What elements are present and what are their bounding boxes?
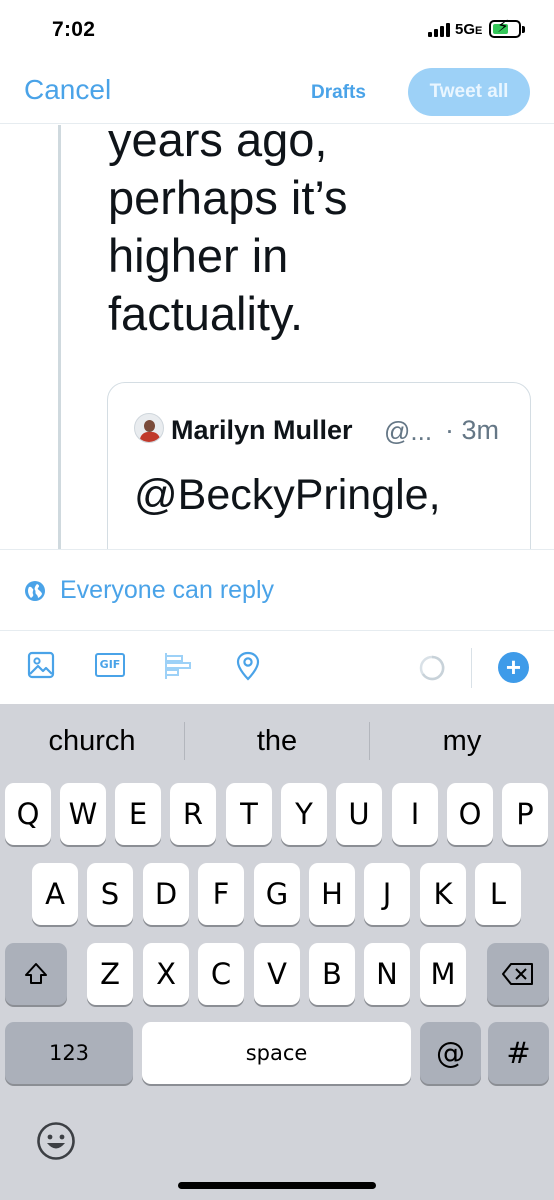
- key-z[interactable]: Z: [87, 943, 133, 1005]
- suggestion-item[interactable]: the: [185, 725, 369, 758]
- location-icon[interactable]: [235, 651, 261, 681]
- tweet-text-line: higher in: [108, 229, 289, 282]
- thread-line: [58, 125, 61, 549]
- network-indicator: 5GE: [455, 21, 482, 38]
- key-q[interactable]: Q: [5, 783, 51, 845]
- tweet-text-line: perhaps it’s: [108, 171, 348, 224]
- signal-icon: [428, 23, 450, 37]
- key-u[interactable]: U: [336, 783, 382, 845]
- key-n[interactable]: N: [364, 943, 410, 1005]
- battery-cap: [522, 26, 525, 33]
- key-h[interactable]: H: [309, 863, 355, 925]
- reply-settings-label: Everyone can reply: [60, 576, 275, 604]
- compose-thread: years ago, perhaps it’s higher in factua…: [0, 125, 554, 549]
- key-x[interactable]: X: [143, 943, 189, 1005]
- tweet-text-line: years ago,: [108, 125, 328, 166]
- key-k[interactable]: K: [420, 863, 466, 925]
- quoted-author-handle: @...: [384, 416, 433, 446]
- tweet-all-button[interactable]: Tweet all: [408, 68, 530, 116]
- key-y[interactable]: Y: [281, 783, 327, 845]
- quoted-tweet-time: · 3m: [445, 415, 499, 445]
- charging-icon: ⚡: [497, 17, 509, 36]
- status-bar: 7:02 5GE ⚡: [0, 0, 554, 58]
- drafts-button[interactable]: Drafts: [311, 82, 366, 104]
- compose-toolbar: GIF +: [0, 631, 554, 704]
- tweet-text-line: factuality.: [108, 287, 304, 340]
- key-p[interactable]: P: [502, 783, 548, 845]
- key-j[interactable]: J: [364, 863, 410, 925]
- key-r[interactable]: R: [170, 783, 216, 845]
- status-time: 7:02: [52, 18, 96, 41]
- backspace-icon: [502, 963, 533, 985]
- compose-header: Cancel Drafts Tweet all: [0, 58, 554, 124]
- key-s[interactable]: S: [87, 863, 133, 925]
- image-icon[interactable]: [27, 651, 55, 679]
- key-g[interactable]: G: [254, 863, 300, 925]
- character-counter: [419, 655, 445, 681]
- key-b[interactable]: B: [309, 943, 355, 1005]
- key-c[interactable]: C: [198, 943, 244, 1005]
- reply-settings-button[interactable]: Everyone can reply: [0, 549, 554, 631]
- add-tweet-icon[interactable]: +: [498, 652, 529, 683]
- suggestion-item[interactable]: my: [370, 725, 554, 758]
- key-d[interactable]: D: [143, 863, 189, 925]
- key-e[interactable]: E: [115, 783, 161, 845]
- emoji-icon[interactable]: [36, 1121, 76, 1161]
- keyboard: church the my Q W E R T Y U I O P A S D …: [0, 704, 554, 1200]
- key-a[interactable]: A: [32, 863, 78, 925]
- gif-icon[interactable]: GIF: [95, 653, 125, 677]
- numbers-key[interactable]: 123: [5, 1022, 133, 1084]
- suggestion-item[interactable]: church: [0, 725, 184, 758]
- quoted-tweet-card[interactable]: Marilyn Muller @... · 3m @BeckyPringle,: [107, 382, 531, 549]
- tweet-text-editor[interactable]: years ago, perhaps it’s higher in factua…: [108, 125, 508, 343]
- toolbar-divider: [471, 648, 472, 688]
- at-key[interactable]: @: [420, 1022, 481, 1084]
- key-o[interactable]: O: [447, 783, 493, 845]
- avatar: [134, 413, 164, 443]
- backspace-key[interactable]: [487, 943, 549, 1005]
- key-l[interactable]: L: [475, 863, 521, 925]
- quoted-tweet-text: @BeckyPringle,: [134, 471, 441, 519]
- shift-icon: [25, 963, 47, 984]
- gif-label: GIF: [95, 653, 125, 677]
- poll-icon[interactable]: [163, 651, 193, 681]
- space-key[interactable]: space: [142, 1022, 411, 1084]
- key-i[interactable]: I: [392, 783, 438, 845]
- home-indicator: [178, 1182, 376, 1189]
- network-type: 5G: [455, 21, 476, 38]
- globe-icon: [25, 581, 45, 601]
- key-t[interactable]: T: [226, 783, 272, 845]
- network-suffix: E: [475, 25, 483, 37]
- key-v[interactable]: V: [254, 943, 300, 1005]
- key-f[interactable]: F: [198, 863, 244, 925]
- quoted-author-name: Marilyn Muller: [171, 415, 353, 445]
- shift-key[interactable]: [5, 943, 67, 1005]
- key-m[interactable]: M: [420, 943, 466, 1005]
- cancel-button[interactable]: Cancel: [24, 74, 111, 106]
- hash-key[interactable]: #: [488, 1022, 549, 1084]
- keyboard-suggestions: church the my: [0, 704, 554, 780]
- key-w[interactable]: W: [60, 783, 106, 845]
